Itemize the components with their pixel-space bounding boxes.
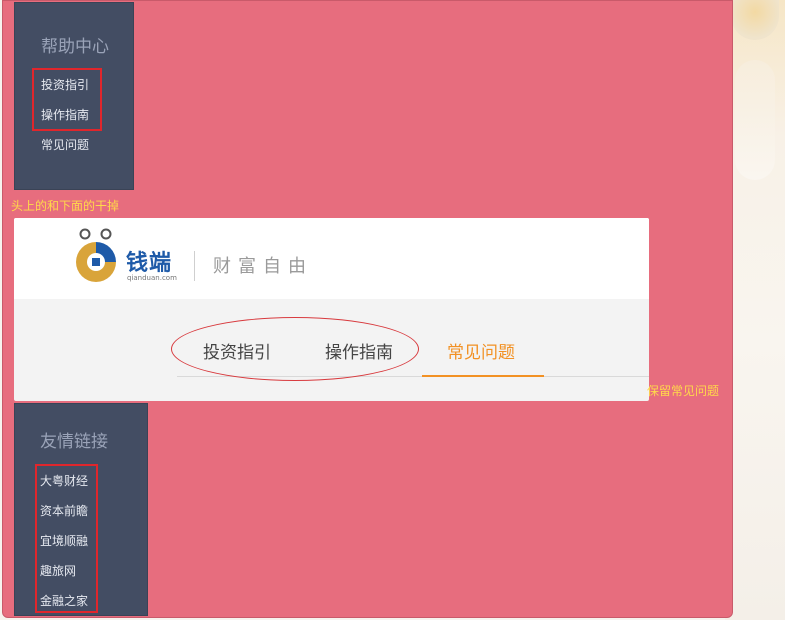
header-divider [194,251,195,281]
tab-active-indicator [422,375,544,377]
red-highlight-box [35,464,98,613]
help-center-box: 帮助中心 投资指引 操作指南 常见问题 [14,2,134,190]
tab-faq[interactable]: 常见问题 [447,338,515,363]
help-center-title: 帮助中心 [41,37,109,57]
annotation-panel: 帮助中心 投资指引 操作指南 常见问题 头上的和下面的干掉 钱端 qiandua… [2,0,733,618]
background-food-image [731,0,779,40]
remove-note: 头上的和下面的干掉 [11,199,120,213]
qianduan-logo-icon [76,228,116,282]
friend-links-title: 友情链接 [40,432,108,452]
red-ellipse-highlight [171,317,419,381]
friend-links-box: 友情链接 大粤财经 资本前瞻 宜境顺融 趣旅网 金融之家 [14,403,148,616]
logo-domain: qianduan.com [127,274,177,282]
red-highlight-box [32,68,102,131]
keep-note: 保留常见问题 [647,384,720,398]
logo-name: 钱端 [126,251,173,276]
background-food-image [735,60,775,180]
screenshot-canvas: 帮助中心 投资指引 操作指南 常见问题 头上的和下面的干掉 钱端 qiandua… [0,0,785,620]
background-decoration [725,0,785,620]
site-header: 钱端 qianduan.com 财富自由 [14,218,649,299]
site-slogan: 财富自由 [213,256,313,277]
help-item-faq[interactable]: 常见问题 [41,136,89,153]
